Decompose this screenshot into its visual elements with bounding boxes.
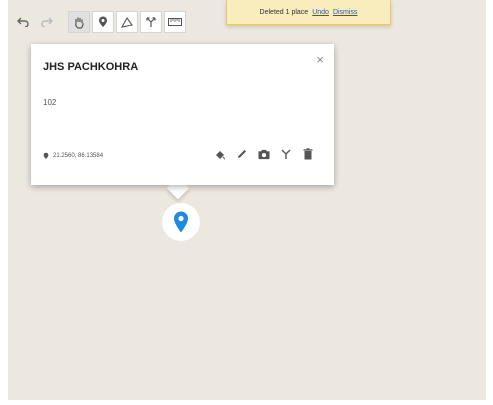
dismiss-link[interactable]: Dismiss bbox=[333, 9, 358, 16]
redo-icon[interactable] bbox=[36, 11, 58, 33]
undo-icon[interactable] bbox=[12, 11, 34, 33]
place-title: JHS PACHKOHRA bbox=[43, 61, 139, 73]
place-description: 102 bbox=[43, 98, 57, 107]
directions-icon[interactable] bbox=[140, 11, 162, 33]
hand-pan-icon[interactable] bbox=[68, 11, 90, 33]
camera-icon[interactable] bbox=[258, 148, 270, 160]
notice-text: Deleted 1 place bbox=[259, 8, 309, 16]
draw-line-icon[interactable] bbox=[116, 11, 138, 33]
edit-pencil-icon[interactable] bbox=[236, 148, 248, 160]
close-icon[interactable]: × bbox=[316, 52, 324, 67]
add-marker-icon[interactable] bbox=[92, 11, 114, 33]
coordinates: 21.2560, 86.13584 bbox=[43, 152, 103, 160]
info-popup: JHS PACHKOHRA × 102 21.2560, 86.13584 bbox=[31, 44, 334, 185]
directions-icon[interactable] bbox=[280, 148, 292, 160]
popup-actions bbox=[214, 148, 314, 160]
coordinates-text: 21.2560, 86.13584 bbox=[53, 153, 104, 159]
selected-marker[interactable] bbox=[162, 203, 200, 241]
map-pin-icon bbox=[174, 211, 188, 233]
map-toolbar bbox=[12, 11, 186, 33]
delete-trash-icon[interactable] bbox=[302, 148, 314, 160]
ruler-icon[interactable] bbox=[164, 11, 186, 33]
undo-notice: Deleted 1 place Undo Dismiss bbox=[226, 0, 391, 25]
paint-style-icon[interactable] bbox=[214, 148, 226, 160]
undo-link[interactable]: Undo bbox=[312, 9, 329, 16]
location-pin-icon bbox=[43, 152, 49, 159]
